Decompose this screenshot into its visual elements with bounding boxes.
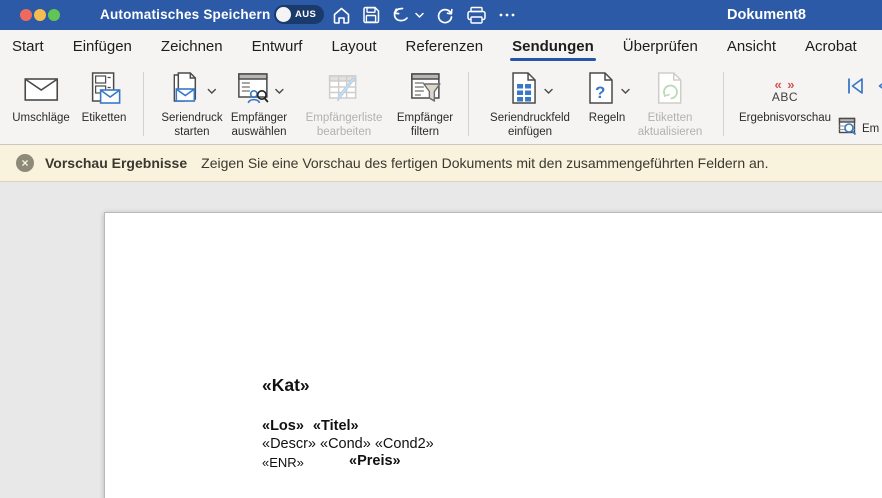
save-icon[interactable] — [362, 6, 380, 24]
close-window-button[interactable] — [20, 9, 32, 21]
tab-entwurf[interactable]: Entwurf — [250, 32, 305, 63]
redo-icon[interactable] — [435, 5, 455, 25]
merge-field-descr-cond[interactable]: «Descr» «Cond» «Cond2» — [262, 436, 434, 452]
filter-recipients-button[interactable]: Empfängerfiltern — [397, 70, 453, 139]
find-recipient-icon — [838, 116, 858, 141]
svg-text:?: ? — [595, 83, 605, 102]
document-page[interactable]: «Kat» «Los» «Titel» «Descr» «Cond» «Cond2… — [104, 212, 882, 498]
filter-icon — [407, 71, 443, 112]
update-labels-button: Etikettenaktualisieren — [638, 70, 703, 139]
insert-merge-field-button[interactable]: Seriendruckfeldeinfügen — [490, 70, 570, 139]
labels-button[interactable]: Etiketten — [82, 70, 127, 126]
tab-zeichnen[interactable]: Zeichnen — [159, 32, 225, 63]
tab-ueberpruefen[interactable]: Überprüfen — [621, 32, 700, 63]
document-title: Dokument8 — [727, 7, 806, 23]
minimize-window-button[interactable] — [34, 9, 46, 21]
home-icon[interactable] — [332, 6, 351, 25]
title-bar: Automatisches Speichern AUS Dokument8 — [0, 0, 882, 30]
rules-icon: ? — [584, 71, 618, 112]
undo-dropdown-chevron-icon[interactable] — [415, 12, 424, 19]
first-record-icon[interactable] — [845, 76, 865, 101]
group-divider — [143, 72, 144, 136]
chevron-down-icon — [275, 82, 284, 100]
preview-results-button[interactable]: « » ABC Ergebnisvorschau — [739, 70, 831, 126]
select-recipients-button[interactable]: Empfängerauswählen — [231, 70, 287, 139]
merge-field-icon — [507, 71, 541, 112]
envelope-icon — [23, 71, 59, 112]
more-commands-icon[interactable] — [498, 6, 516, 24]
tab-ansicht[interactable]: Ansicht — [725, 32, 778, 63]
mail-merge-icon — [168, 71, 204, 112]
tab-einfuegen[interactable]: Einfügen — [71, 32, 134, 63]
message-title: Vorschau Ergebnisse — [45, 155, 187, 171]
tab-start[interactable]: Start — [10, 32, 46, 63]
merge-field-preis[interactable]: «Preis» — [349, 453, 401, 469]
preview-results-icon: « » ABC — [772, 78, 798, 104]
dismiss-message-icon[interactable]: × — [16, 154, 34, 172]
edit-recipient-list-button: Empfängerlistebearbeiten — [306, 70, 383, 139]
update-labels-icon — [653, 71, 687, 112]
ribbon: Umschläge Etiketten Seriendruckstarten E… — [0, 64, 882, 145]
recipient-list-icon — [234, 71, 272, 112]
merge-field-enr[interactable]: «ENR» — [262, 455, 304, 470]
tab-referenzen[interactable]: Referenzen — [404, 32, 486, 63]
envelopes-button[interactable]: Umschläge — [12, 70, 70, 126]
message-description: Zeigen Sie eine Vorschau des fertigen Do… — [201, 155, 768, 171]
tab-sendungen[interactable]: Sendungen — [510, 32, 596, 63]
autosave-state: AUS — [295, 9, 316, 20]
previous-record-icon[interactable] — [876, 76, 882, 101]
autosave-toggle[interactable]: AUS — [274, 5, 324, 24]
chevron-down-icon — [544, 82, 553, 100]
tab-acrobat[interactable]: Acrobat — [803, 32, 859, 63]
group-divider — [468, 72, 469, 136]
merge-field-los: «Los» — [262, 418, 304, 434]
toggle-knob — [276, 7, 291, 22]
print-icon[interactable] — [466, 6, 487, 25]
rules-button[interactable]: ? Regeln — [584, 70, 630, 126]
start-mail-merge-button[interactable]: Seriendruckstarten — [161, 70, 222, 139]
merge-field-titel: «Titel» — [313, 418, 359, 434]
labels-icon — [86, 71, 122, 112]
undo-icon[interactable] — [391, 5, 411, 25]
status-message-bar: × Vorschau Ergebnisse Zeigen Sie eine Vo… — [0, 145, 882, 182]
merge-field-kat[interactable]: «Kat» — [262, 375, 310, 396]
chevron-down-icon — [207, 82, 216, 100]
chevron-down-icon — [621, 82, 630, 100]
tab-layout[interactable]: Layout — [329, 32, 378, 63]
group-divider — [723, 72, 724, 136]
find-recipient-button[interactable]: Em — [838, 116, 879, 141]
edit-list-icon — [325, 71, 363, 112]
autosave-label: Automatisches Speichern — [100, 7, 270, 22]
document-canvas: «Kat» «Los» «Titel» «Descr» «Cond» «Cond2… — [0, 182, 882, 498]
ribbon-tab-bar: Start Einfügen Zeichnen Entwurf Layout R… — [0, 30, 882, 64]
zoom-window-button[interactable] — [48, 9, 60, 21]
